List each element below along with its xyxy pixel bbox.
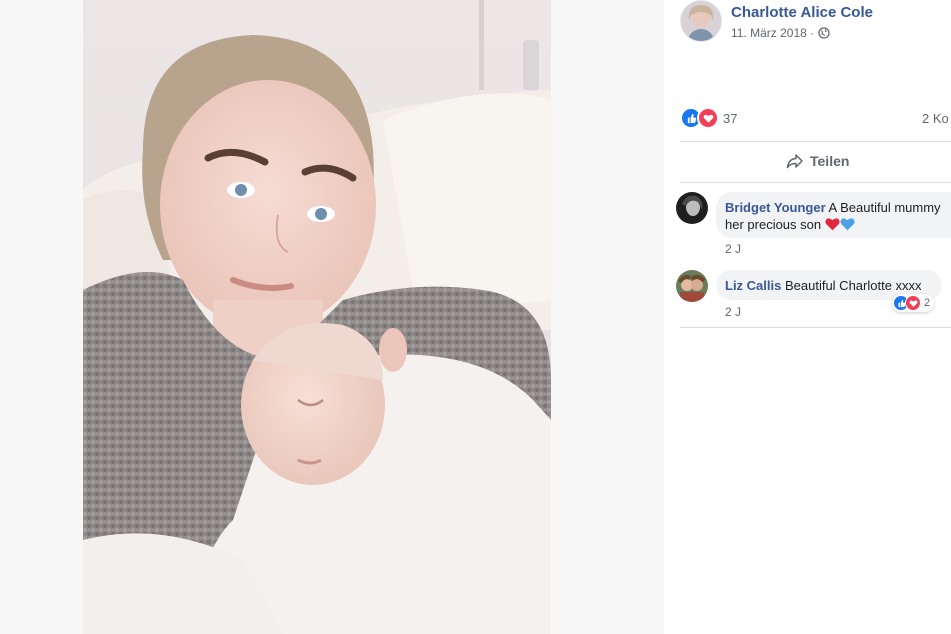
comments-count-link[interactable]: 2 Ko [922, 111, 949, 126]
share-arrow-icon [786, 153, 810, 169]
photo-viewer [0, 0, 664, 634]
share-button[interactable]: Teilen [680, 144, 951, 180]
post-details-panel [664, 0, 951, 634]
divider [680, 141, 951, 142]
comment-text: A Beautiful mummy [828, 200, 941, 215]
globe-icon [817, 27, 830, 42]
post-meta: 11. März 2018 · [731, 26, 830, 42]
comment-text: Beautiful Charlotte xxxx [784, 278, 922, 293]
reactions-summary[interactable]: 37 [680, 107, 738, 129]
comment-author-link[interactable]: Bridget Younger [725, 200, 826, 215]
comment-author-link[interactable]: Liz Callis [725, 278, 781, 293]
author-name-link[interactable]: Charlotte Alice Cole [731, 4, 873, 21]
commenter-avatar[interactable] [676, 192, 708, 224]
comment-text-line2: her precious son [725, 217, 822, 232]
love-icon [697, 107, 719, 129]
meta-separator: · [810, 26, 815, 40]
comment-time[interactable]: 2 J [725, 305, 741, 319]
divider [680, 327, 951, 328]
comment-bubble: Bridget Younger A Beautiful mummy her pr… [716, 192, 951, 238]
red-heart-icon [825, 217, 840, 235]
post-date[interactable]: 11. März 2018 [731, 26, 807, 40]
love-icon [905, 295, 921, 311]
comment-time[interactable]: 2 J [725, 242, 741, 256]
commenter-avatar[interactable] [676, 270, 708, 302]
divider [680, 182, 951, 183]
share-label: Teilen [810, 153, 850, 169]
reaction-count: 37 [723, 110, 738, 126]
blue-heart-icon [840, 217, 855, 235]
comment-reaction-count: 2 [924, 297, 931, 309]
author-avatar[interactable] [680, 0, 722, 42]
comment-reactions[interactable]: 2 [892, 294, 935, 312]
post-photo[interactable] [83, 0, 551, 634]
